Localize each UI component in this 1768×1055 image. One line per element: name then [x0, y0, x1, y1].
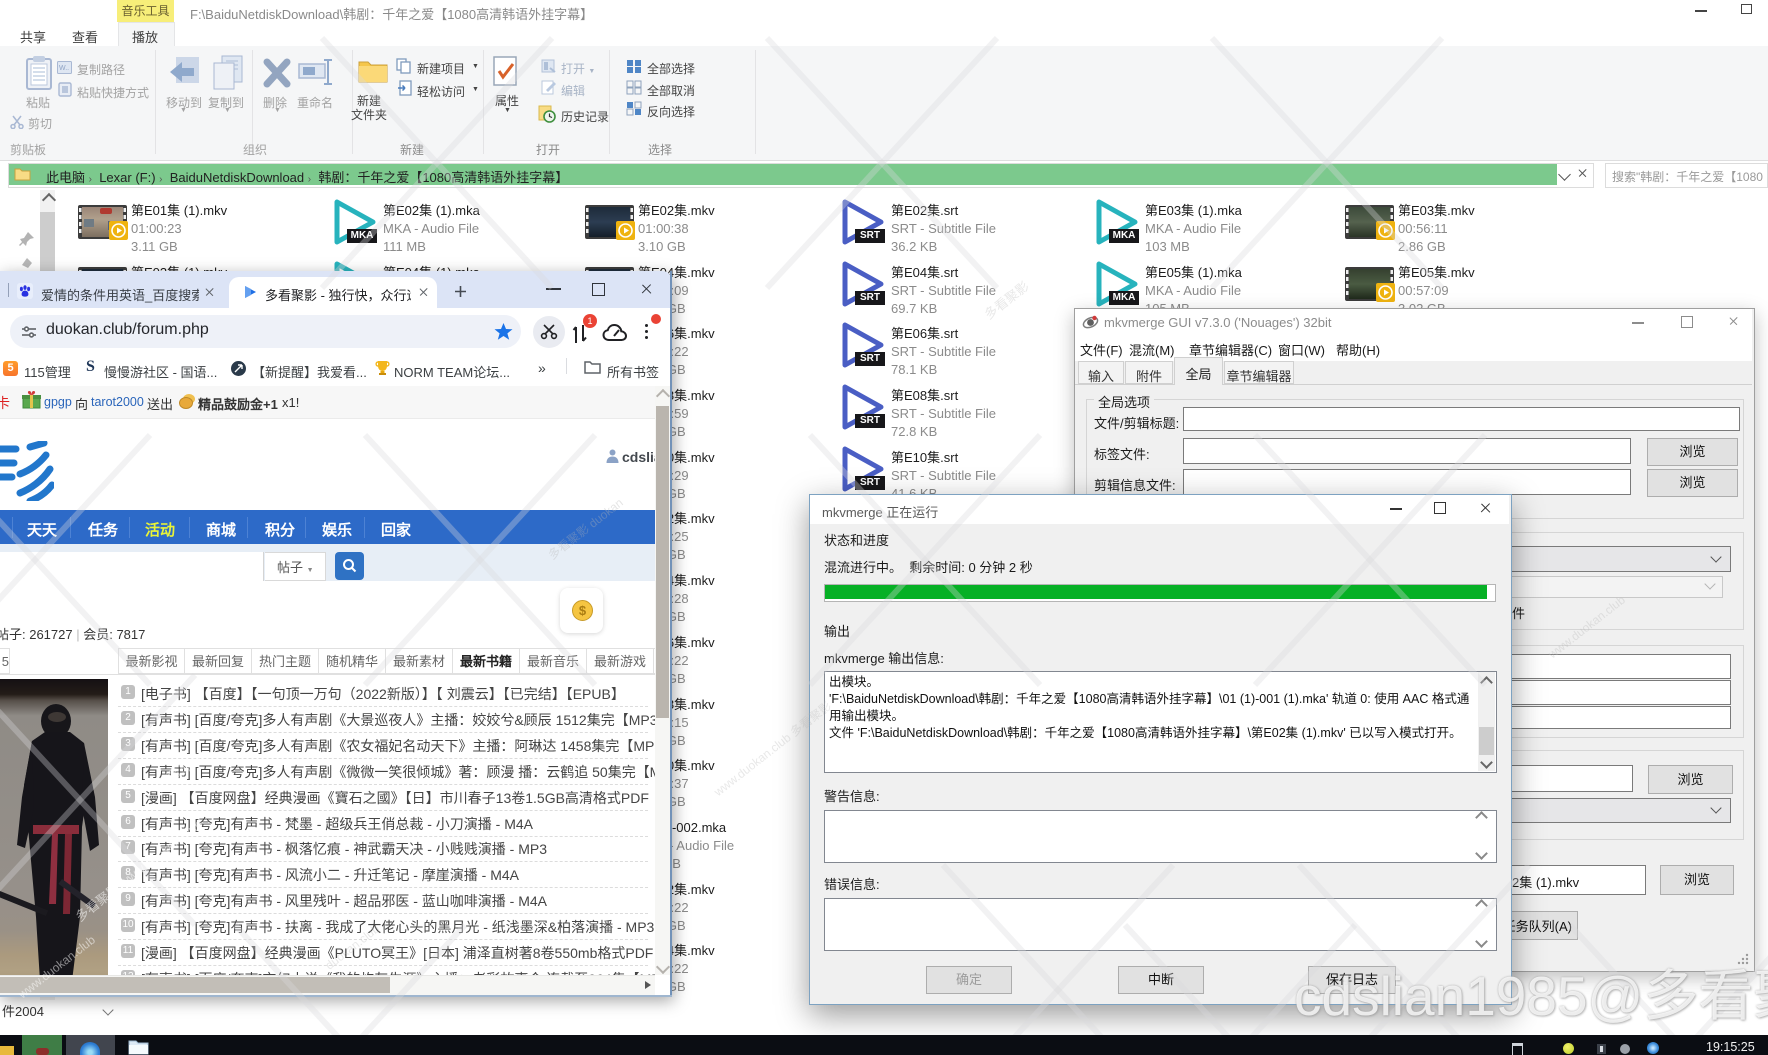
svg-text:W..: W..	[59, 65, 69, 72]
